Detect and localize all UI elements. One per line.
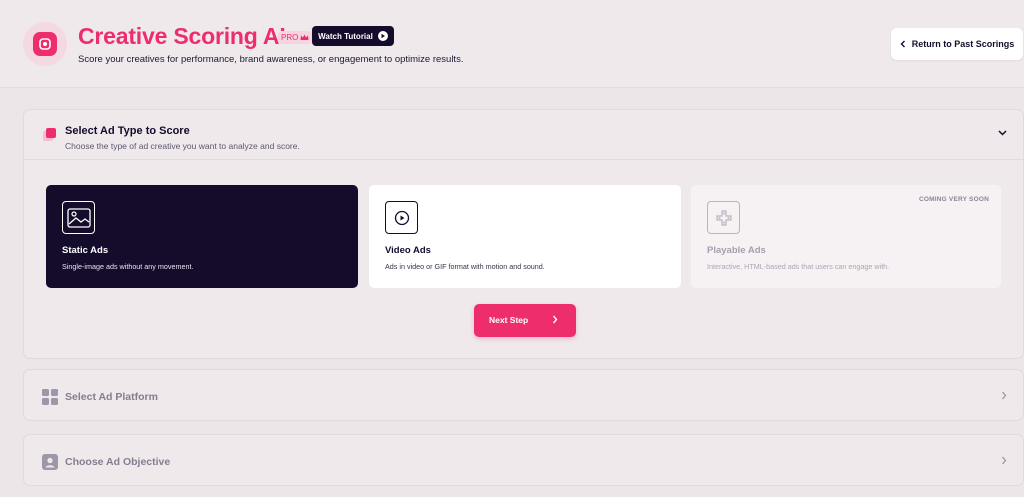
image-icon — [62, 201, 95, 234]
watch-tutorial-button[interactable]: Watch Tutorial — [312, 26, 394, 46]
pro-badge-label: PRO — [281, 33, 299, 42]
return-to-past-scorings-button[interactable]: Return to Past Scorings — [891, 28, 1023, 60]
ad-type-card-static[interactable]: Static Ads Single-image ads without any … — [46, 185, 358, 288]
creative-scoring-icon — [33, 32, 57, 56]
ad-type-section-subtitle: Choose the type of ad creative you want … — [65, 141, 300, 151]
ad-platform-section-title: Select Ad Platform — [65, 391, 158, 403]
card-description: Single-image ads without any movement. — [62, 262, 194, 271]
watch-tutorial-label: Watch Tutorial — [318, 31, 373, 41]
play-icon — [377, 31, 388, 41]
gamepad-icon — [707, 201, 740, 234]
card-title: Playable Ads — [707, 245, 766, 256]
grid-icon — [42, 389, 58, 405]
layers-icon — [43, 128, 56, 141]
ad-objective-section[interactable]: Choose Ad Objective — [23, 434, 1024, 486]
chevron-right-icon — [552, 315, 558, 324]
video-play-icon — [385, 201, 418, 234]
chevron-down-icon[interactable] — [998, 130, 1007, 136]
pro-badge: PRO — [278, 31, 313, 44]
card-title: Static Ads — [62, 245, 109, 256]
chevron-right-icon — [1002, 391, 1007, 400]
ad-type-section-header[interactable]: Select Ad Type to Score Choose the type … — [24, 110, 1023, 160]
card-title: Video Ads — [385, 245, 431, 256]
card-description: Ads in video or GIF format with motion a… — [385, 262, 545, 271]
ad-platform-section[interactable]: Select Ad Platform — [23, 369, 1024, 421]
crown-icon — [300, 34, 309, 40]
ad-type-section: Select Ad Type to Score Choose the type … — [23, 109, 1024, 359]
coming-soon-badge: COMING VERY SOON — [918, 196, 989, 203]
chevron-right-icon — [1002, 456, 1007, 465]
ad-objective-section-title: Choose Ad Objective — [65, 456, 171, 468]
ad-type-card-playable: COMING VERY SOON Playable Ads Interactiv… — [691, 185, 1001, 288]
objective-icon — [42, 454, 58, 470]
page-subtitle: Score your creatives for performance, br… — [78, 54, 464, 65]
next-step-button[interactable]: Next Step — [474, 304, 576, 337]
page-header: Creative Scoring AI PRO Watch Tutorial S… — [0, 0, 1024, 88]
app-logo — [23, 22, 67, 66]
ad-type-section-title: Select Ad Type to Score — [65, 125, 190, 137]
chevron-left-icon — [900, 40, 905, 48]
ad-type-card-video[interactable]: Video Ads Ads in video or GIF format wit… — [369, 185, 681, 288]
page-title: Creative Scoring AI — [78, 23, 286, 49]
next-step-label: Next Step — [489, 315, 529, 325]
card-description: Interactive, HTML-based ads that users c… — [707, 262, 890, 271]
return-button-label: Return to Past Scorings — [911, 39, 1015, 49]
